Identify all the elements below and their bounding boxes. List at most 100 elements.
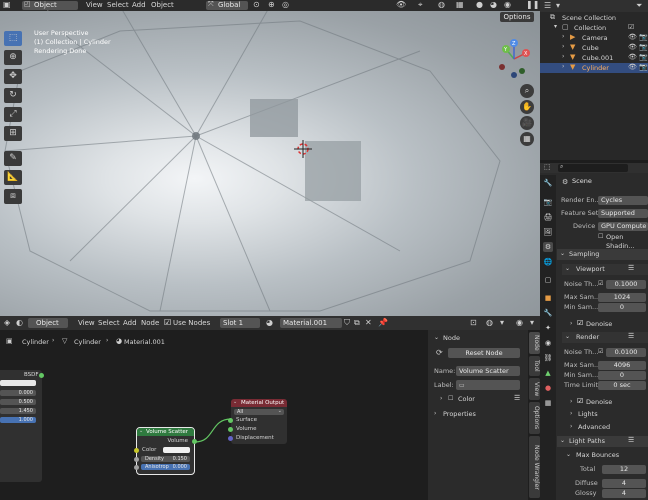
eye-icon[interactable]: 👁: [628, 44, 637, 51]
overlay-toggle-icon[interactable]: ◍: [486, 319, 493, 327]
viewport-max-samples-field[interactable]: 1024: [598, 293, 646, 302]
cursor-tool[interactable]: ⊕: [4, 50, 22, 65]
noise-checkbox[interactable]: ☑: [598, 281, 603, 287]
density-field[interactable]: Density 0.150: [141, 456, 190, 462]
gizmo-toggle-icon[interactable]: ⌖: [418, 1, 423, 9]
visibility-icon[interactable]: 👁: [396, 1, 406, 9]
backdrop-icon[interactable]: ◉: [516, 319, 523, 327]
expand-icon[interactable]: ›: [562, 34, 564, 40]
feature-set-dropdown[interactable]: Supported: [598, 209, 648, 218]
tab-constraints[interactable]: ⛓: [543, 353, 553, 363]
orientation-dropdown[interactable]: ⤧ Global: [206, 1, 248, 10]
menu-node[interactable]: Node: [141, 319, 159, 327]
menu-view[interactable]: View: [78, 319, 95, 327]
tab-tool[interactable]: 🔧: [543, 178, 553, 188]
reset-node-button[interactable]: Reset Node: [448, 348, 520, 358]
tab-modifiers[interactable]: 🔧: [543, 308, 553, 318]
shading-rendered-icon[interactable]: ◉: [504, 1, 511, 9]
sidebar-tab-node[interactable]: Node: [529, 332, 540, 354]
open-shading-checkbox[interactable]: ☐: [598, 234, 603, 240]
volume-scatter-header[interactable]: ⌄ Volume Scatter: [137, 428, 194, 436]
move-tool[interactable]: ✥: [4, 69, 22, 84]
material-output-header[interactable]: ⌄ Material Output: [231, 399, 287, 407]
output-target-dropdown[interactable]: All ⌄: [234, 409, 284, 415]
expand-icon[interactable]: ›: [562, 54, 564, 60]
outliner-item-cube[interactable]: › ▼ Cube 👁 📷: [540, 43, 648, 53]
select-box-tool[interactable]: ⬚: [4, 31, 22, 46]
tab-object[interactable]: ■: [543, 293, 553, 303]
menu-object[interactable]: Object: [151, 1, 174, 9]
collapse-icon[interactable]: ⌄: [233, 400, 237, 405]
shader-object-dropdown[interactable]: Object: [28, 318, 68, 328]
sidebar-tab-view[interactable]: View: [529, 378, 540, 400]
volume-scatter-node[interactable]: ⌄ Volume Scatter Volume Color Density 0.…: [134, 427, 197, 475]
pivot-icon[interactable]: ⊙: [253, 1, 260, 9]
render-camera-icon[interactable]: 📷: [639, 44, 648, 51]
color-swatch[interactable]: [163, 447, 190, 453]
node-editor-icon[interactable]: ◈: [4, 319, 10, 327]
color-input-socket[interactable]: [134, 448, 139, 453]
menu-add[interactable]: Add: [132, 1, 146, 9]
advanced-section[interactable]: › Advanced: [566, 422, 648, 432]
camera-view-button[interactable]: 🎥: [520, 116, 534, 130]
eye-icon[interactable]: 👁: [628, 54, 637, 61]
node-section-header[interactable]: ⌄ Node: [431, 334, 525, 344]
material-name-field[interactable]: Material.001: [280, 318, 342, 328]
list-icon[interactable]: ☰: [628, 333, 634, 340]
display-mode-icon[interactable]: ▾: [556, 2, 560, 10]
sidebar-tab-tool[interactable]: Tool: [529, 356, 540, 376]
tab-material[interactable]: ●: [543, 383, 553, 393]
tab-texture[interactable]: ▦: [543, 398, 553, 408]
outliner-item-cylinder[interactable]: › ▼ Cylinder 👁 📷: [540, 63, 648, 73]
snap-icon[interactable]: ⊕: [268, 1, 275, 9]
proportional-edit-icon[interactable]: ◎: [282, 1, 289, 9]
tab-render[interactable]: 📷: [543, 197, 553, 207]
volume-input-socket[interactable]: [228, 427, 233, 432]
fake-user-icon[interactable]: ⛉: [344, 319, 350, 327]
tab-data[interactable]: ▲: [543, 368, 553, 378]
add-cube-tool[interactable]: ⧈: [4, 189, 22, 204]
shader-type-icon[interactable]: ◐: [16, 319, 23, 327]
outliner-editor-icon[interactable]: ☰: [544, 2, 551, 10]
context-icon[interactable]: ▾: [530, 319, 534, 327]
xray-icon[interactable]: ▦: [456, 1, 464, 9]
viewport-min-samples-field[interactable]: 0: [598, 303, 646, 312]
menu-view[interactable]: View: [86, 1, 103, 9]
list-icon[interactable]: ☰: [514, 395, 520, 402]
perspective-toggle-button[interactable]: ▦: [520, 132, 534, 146]
menu-select[interactable]: Select: [107, 1, 129, 9]
render-min-samples-field[interactable]: 0: [598, 371, 646, 380]
outliner-item-collection[interactable]: ▾ ▢ Collection ☑: [540, 23, 648, 33]
render-camera-icon[interactable]: 📷: [639, 64, 648, 71]
time-limit-field[interactable]: 0 sec: [598, 381, 646, 390]
annotate-tool[interactable]: ✎: [4, 151, 22, 166]
measure-tool[interactable]: 📐: [4, 170, 22, 185]
pause-icon[interactable]: ❚❚: [526, 1, 539, 9]
node-name-input[interactable]: Volume Scatter: [456, 366, 520, 376]
render-camera-icon[interactable]: 📷: [639, 54, 648, 61]
glossy-bounces-field[interactable]: 4: [602, 489, 646, 498]
viewport-denoise-section[interactable]: › ☑ Denoise: [566, 319, 648, 329]
material-browse-icon[interactable]: ◕: [266, 319, 273, 327]
anisotropy-input-socket[interactable]: [134, 465, 139, 470]
sampling-section[interactable]: ⌄ Sampling: [557, 249, 648, 260]
eye-icon[interactable]: 👁: [628, 64, 637, 71]
outliner-item-camera[interactable]: › ▶ Camera 👁 📷: [540, 33, 648, 43]
duplicate-icon[interactable]: ⧉: [354, 319, 360, 327]
tab-world[interactable]: 🌐: [543, 257, 553, 267]
sidebar-tab-node-wrangler[interactable]: Node Wrangler: [529, 436, 540, 498]
eye-icon[interactable]: 👁: [628, 34, 637, 41]
render-camera-icon[interactable]: 📷: [639, 34, 648, 41]
overlay-toggle-icon[interactable]: ◍: [438, 1, 445, 9]
density-input-socket[interactable]: [134, 457, 139, 462]
diffuse-bounces-field[interactable]: 4: [602, 479, 646, 488]
tab-scene[interactable]: ⚙: [543, 242, 553, 252]
list-icon[interactable]: ☰: [628, 437, 634, 444]
color-section-header[interactable]: › ☐ Color ☰: [434, 395, 524, 405]
surface-input-socket[interactable]: [228, 418, 233, 423]
list-icon[interactable]: ☰: [628, 265, 634, 272]
unlink-icon[interactable]: ✕: [365, 319, 372, 327]
render-sampling-section[interactable]: ⌄ Render ☰: [562, 332, 648, 343]
render-noise-field[interactable]: 0.0100: [606, 348, 646, 357]
max-bounces-section[interactable]: ⌄ Max Bounces: [562, 450, 648, 460]
